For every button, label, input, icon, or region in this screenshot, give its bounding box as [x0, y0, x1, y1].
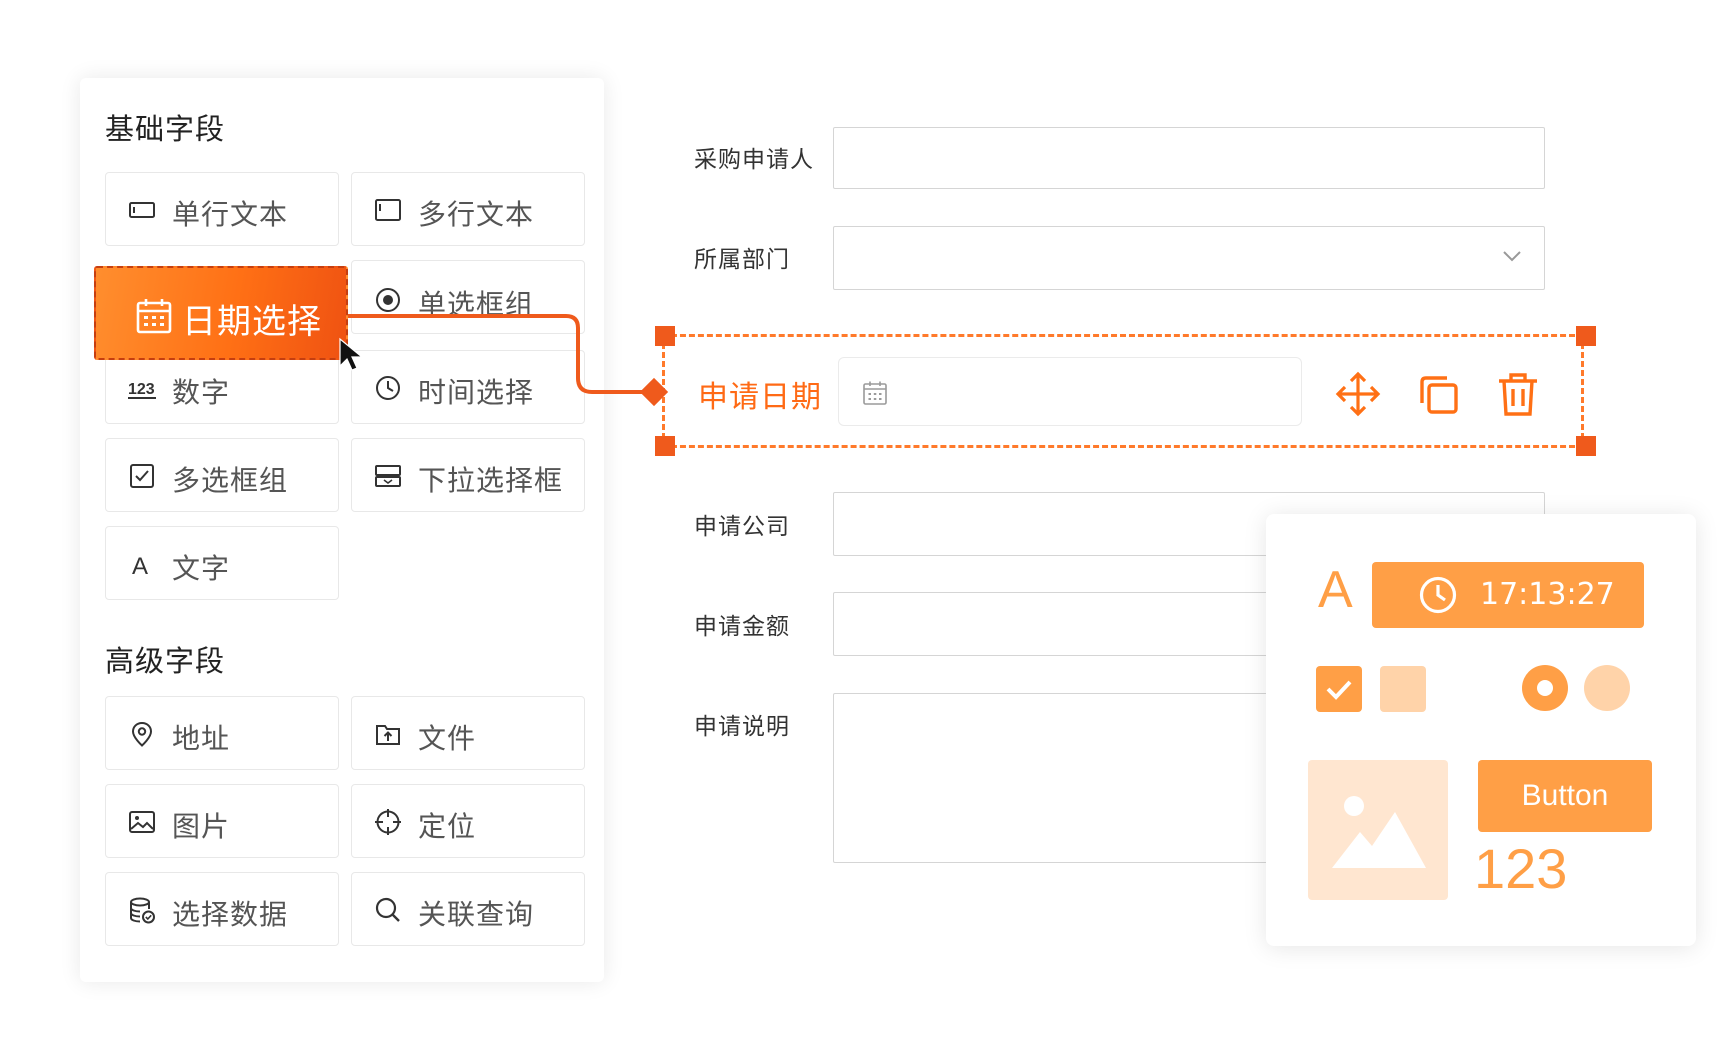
crosshair-icon	[374, 808, 402, 836]
sample-button[interactable]: Button	[1478, 760, 1652, 832]
field-positioning[interactable]: 定位	[351, 784, 585, 858]
checkbox-unchecked[interactable]	[1380, 666, 1426, 712]
dragging-chip-label: 日期选择	[182, 302, 322, 342]
field-label: 文字	[172, 552, 231, 585]
svg-text:A: A	[132, 553, 148, 578]
department-select[interactable]	[833, 226, 1545, 290]
field-label: 时间选择	[418, 376, 535, 409]
form-label-company: 申请公司	[694, 514, 790, 540]
single-line-text-icon	[128, 196, 156, 224]
field-time-picker[interactable]: 时间选择	[351, 350, 585, 424]
resize-handle-bottom-right[interactable]	[1576, 436, 1596, 456]
copy-icon[interactable]	[1414, 370, 1462, 418]
check-icon	[1326, 680, 1352, 700]
dragging-date-picker-chip[interactable]: 日期选择	[94, 266, 348, 360]
field-checkbox-group[interactable]: 多选框组	[105, 438, 339, 512]
radio-selected[interactable]	[1522, 665, 1568, 711]
field-dropdown-select[interactable]: 下拉选择框	[351, 438, 585, 512]
apply-date-label: 申请日期	[698, 380, 822, 415]
calendar-icon	[861, 379, 889, 407]
radio-group-icon	[374, 286, 402, 314]
field-image[interactable]: 图片	[105, 784, 339, 858]
basic-fields-title: 基础字段	[105, 112, 226, 146]
location-pin-icon	[128, 720, 156, 748]
form-label-department: 所属部门	[694, 247, 790, 273]
database-icon	[128, 896, 156, 924]
field-label: 单行文本	[172, 198, 289, 231]
advanced-fields-title: 高级字段	[105, 644, 226, 678]
time-value: 17:13:27	[1480, 577, 1615, 612]
image-icon	[1332, 796, 1426, 868]
checkbox-checked[interactable]	[1316, 666, 1362, 712]
form-label-applicant: 采购申请人	[694, 147, 814, 173]
delete-icon[interactable]	[1494, 370, 1542, 418]
svg-text:123: 123	[128, 381, 155, 398]
search-icon	[374, 896, 402, 924]
text-icon: A	[128, 550, 156, 578]
field-text[interactable]: A 文字	[105, 526, 339, 600]
field-label: 选择数据	[172, 898, 289, 931]
radio-unselected[interactable]	[1584, 665, 1630, 711]
clock-icon	[1418, 575, 1458, 615]
resize-handle-top-right[interactable]	[1576, 326, 1596, 346]
move-icon[interactable]	[1334, 370, 1382, 418]
field-label: 地址	[172, 722, 231, 755]
field-label: 图片	[172, 810, 231, 843]
image-icon	[128, 808, 156, 836]
image-placeholder	[1308, 760, 1448, 900]
field-related-query[interactable]: 关联查询	[351, 872, 585, 946]
field-label: 文件	[418, 722, 477, 755]
field-multi-line-text[interactable]: 多行文本	[351, 172, 585, 246]
field-address[interactable]: 地址	[105, 696, 339, 770]
form-label-amount: 申请金额	[694, 614, 790, 640]
field-label: 数字	[172, 376, 231, 409]
number-icon: 123	[128, 374, 156, 402]
field-select-data[interactable]: 选择数据	[105, 872, 339, 946]
field-label: 下拉选择框	[418, 464, 564, 497]
file-upload-icon	[374, 720, 402, 748]
resize-handle-top-left[interactable]	[655, 326, 675, 346]
number-widget-value: 123	[1474, 837, 1568, 900]
text-widget-glyph: A	[1318, 561, 1353, 619]
checkbox-group-icon	[128, 462, 156, 490]
time-widget-button[interactable]: 17:13:27	[1372, 562, 1644, 628]
multi-line-text-icon	[374, 196, 402, 224]
field-label: 定位	[418, 810, 477, 843]
field-label: 单选框组	[418, 288, 535, 321]
field-label: 多行文本	[418, 198, 535, 231]
field-number[interactable]: 123 数字	[105, 350, 339, 424]
field-label: 关联查询	[418, 898, 535, 931]
field-file[interactable]: 文件	[351, 696, 585, 770]
dropdown-select-icon	[374, 462, 402, 490]
calendar-icon	[134, 296, 174, 336]
chevron-down-icon	[1503, 251, 1521, 262]
clock-icon	[374, 374, 402, 402]
form-label-description: 申请说明	[694, 714, 790, 740]
applicant-input[interactable]	[833, 127, 1545, 189]
resize-handle-bottom-left[interactable]	[655, 436, 675, 456]
field-single-line-text[interactable]: 单行文本	[105, 172, 339, 246]
field-radio-group[interactable]: 单选框组	[351, 260, 585, 334]
field-label: 多选框组	[172, 464, 289, 497]
apply-date-input[interactable]	[838, 357, 1302, 426]
